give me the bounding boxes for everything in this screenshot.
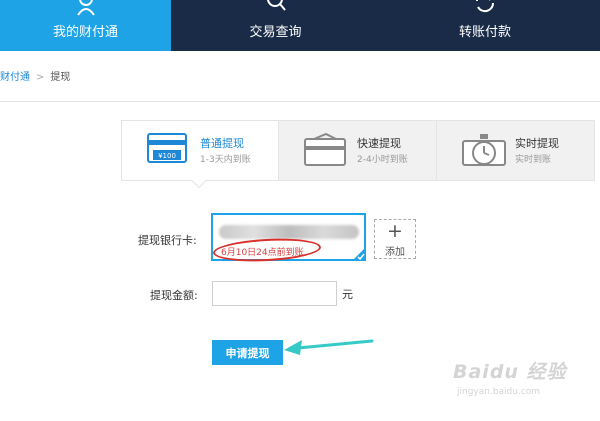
nav-label: 转账付款: [458, 25, 511, 40]
card-fast-icon: [304, 133, 346, 166]
card-100-icon: ¥100: [147, 133, 187, 163]
user-icon: [76, 0, 95, 16]
stopwatch-icon: [462, 134, 506, 166]
breadcrumb-current: 提现: [50, 72, 71, 83]
nav-item-transaction-query[interactable]: 交易查询: [171, 0, 380, 51]
tab-title: 实时提现: [515, 137, 559, 150]
tab-subtitle: 实时到账: [515, 155, 552, 165]
tab-subtitle: 2-4小时到账: [357, 155, 408, 165]
apply-withdraw-button[interactable]: 申请提现: [212, 340, 283, 365]
chevron-right-icon: >: [36, 72, 45, 83]
tab-normal-withdraw[interactable]: ¥100 普通提现 1-3天内到账: [122, 121, 279, 180]
blurred-card-info: [219, 225, 359, 239]
tab-realtime-withdraw[interactable]: 实时提现 实时到账: [437, 121, 594, 180]
selected-bank-card[interactable]: 6月10日24点前到账: [211, 213, 366, 264]
unit-label: 元: [342, 288, 353, 301]
watermark-sub: jingyan.baidu.com: [457, 387, 541, 397]
breadcrumb-parent-link[interactable]: 财付通: [0, 72, 30, 83]
nav-label: 交易查询: [249, 25, 302, 40]
nav-label: 我的财付通: [52, 25, 118, 40]
header-divider: [0, 101, 600, 102]
top-nav: 我的财付通 交易查询 转账付款: [0, 0, 600, 51]
tab-title: 普通提现: [200, 137, 244, 150]
add-card-label: 添加: [385, 247, 405, 258]
breadcrumb: 财付通 > 提现: [0, 68, 70, 83]
plus-icon: +: [387, 220, 403, 242]
tab-subtitle: 1-3天内到账: [200, 155, 251, 165]
annotation-arrow-icon: [284, 339, 374, 355]
tab-title: 快速提现: [357, 137, 401, 150]
check-corner-icon: [352, 247, 366, 261]
highlight-ellipse: [212, 236, 322, 264]
amount-input[interactable]: [212, 281, 337, 306]
amount-label: 提现金额:: [150, 289, 198, 302]
selected-tab-pointer: [192, 180, 206, 187]
search-icon: [266, 0, 286, 11]
bill-amount-text: ¥100: [158, 152, 176, 160]
card-label: 提现银行卡:: [138, 234, 197, 247]
withdraw-method-tabs: ¥100 普通提现 1-3天内到账 快速提现 2-4小时到账 实时提现 实时到账: [121, 120, 595, 181]
watermark-main: Baidu 经验: [453, 361, 567, 383]
nav-item-transfer-payment[interactable]: 转账付款: [380, 0, 590, 51]
add-card-button[interactable]: + 添加: [374, 219, 416, 259]
nav-item-my-tenpay[interactable]: 我的财付通: [0, 0, 171, 51]
transfer-icon: [475, 0, 495, 13]
tab-fast-withdraw[interactable]: 快速提现 2-4小时到账: [279, 121, 437, 180]
